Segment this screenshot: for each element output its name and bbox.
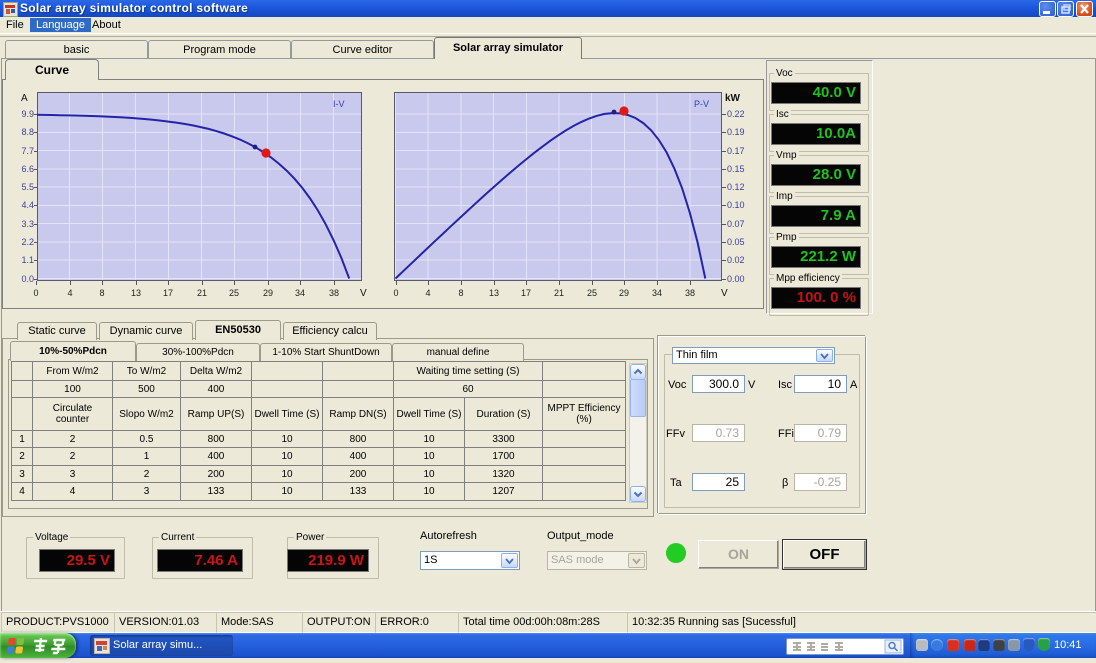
svg-text:I-V: I-V [333, 99, 345, 109]
svg-text:P-V: P-V [694, 99, 709, 109]
